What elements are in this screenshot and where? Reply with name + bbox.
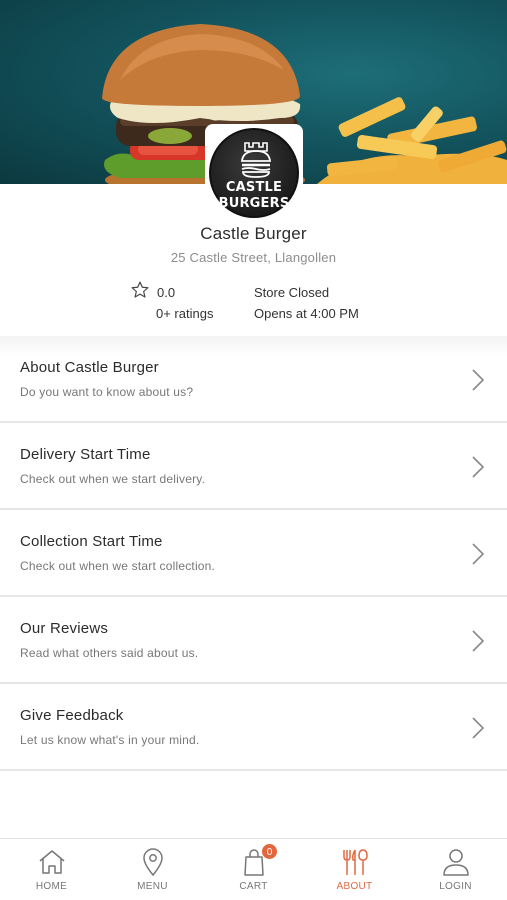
cart-count-badge: 0 — [261, 843, 278, 860]
menu-item-title: Delivery Start Time — [20, 446, 151, 463]
home-icon — [39, 850, 65, 874]
rating-count: 0+ ratings — [156, 306, 214, 321]
castle-burger-icon — [241, 142, 271, 178]
nav-about[interactable]: ABOUT — [304, 839, 405, 900]
menu-item-give-feedback[interactable]: Give Feedback Let us know what's in your… — [0, 684, 507, 771]
store-opening-time: Opens at 4:00 PM — [254, 306, 359, 321]
logo-badge: CASTLE BURGERS — [209, 128, 299, 218]
nav-login-label: LOGIN — [439, 881, 472, 892]
user-icon — [443, 849, 469, 876]
menu-item-title: Collection Start Time — [20, 533, 163, 550]
nav-home-label: HOME — [35, 881, 68, 892]
nav-cart-label: CART — [239, 881, 268, 892]
star-icon — [131, 281, 149, 298]
chevron-right-icon — [472, 543, 485, 565]
chevron-right-icon — [472, 369, 485, 391]
menu-item-title: About Castle Burger — [20, 359, 159, 376]
fries-image — [317, 97, 507, 184]
menu-item-title: Our Reviews — [20, 620, 109, 637]
store-name: Castle Burger — [200, 224, 307, 243]
menu-item-subtitle: Let us know what's in your mind. — [20, 733, 200, 747]
store-address: 25 Castle Street, Llangollen — [170, 250, 337, 265]
rating-value: 0.0 — [157, 285, 176, 300]
menu-item-subtitle: Check out when we start collection. — [20, 559, 216, 573]
chevron-right-icon — [472, 630, 485, 652]
nav-cart[interactable]: 0 CART — [203, 839, 304, 900]
location-pin-icon — [143, 848, 163, 877]
menu-item-subtitle: Check out when we start delivery. — [20, 472, 206, 486]
menu-item-about[interactable]: About Castle Burger Do you want to know … — [0, 336, 507, 423]
menu-item-delivery-start-time[interactable]: Delivery Start Time Check out when we st… — [0, 423, 507, 510]
logo-text-line1: CASTLE — [225, 180, 283, 195]
nav-about-label: ABOUT — [336, 881, 373, 892]
nav-menu[interactable]: MENU — [102, 839, 203, 900]
bottom-navigation: HOME MENU 0 CART ABOUT LOGIN — [0, 838, 507, 900]
nav-home[interactable]: HOME — [1, 839, 102, 900]
fork-knife-icon — [343, 849, 368, 875]
chevron-right-icon — [472, 717, 485, 739]
about-menu-list: About Castle Burger Do you want to know … — [0, 336, 507, 771]
menu-item-title: Give Feedback — [20, 707, 124, 724]
menu-item-our-reviews[interactable]: Our Reviews Read what others said about … — [0, 597, 507, 684]
menu-item-subtitle: Do you want to know about us? — [20, 385, 194, 399]
menu-item-collection-start-time[interactable]: Collection Start Time Check out when we … — [0, 510, 507, 597]
store-status: Store Closed — [254, 285, 330, 300]
menu-item-subtitle: Read what others said about us. — [20, 646, 199, 660]
nav-menu-label: MENU — [137, 881, 168, 892]
nav-login[interactable]: LOGIN — [405, 839, 506, 900]
store-logo: CASTLE BURGERS — [205, 124, 303, 222]
logo-text-line2: BURGERS — [218, 196, 290, 211]
chevron-right-icon — [472, 456, 485, 478]
